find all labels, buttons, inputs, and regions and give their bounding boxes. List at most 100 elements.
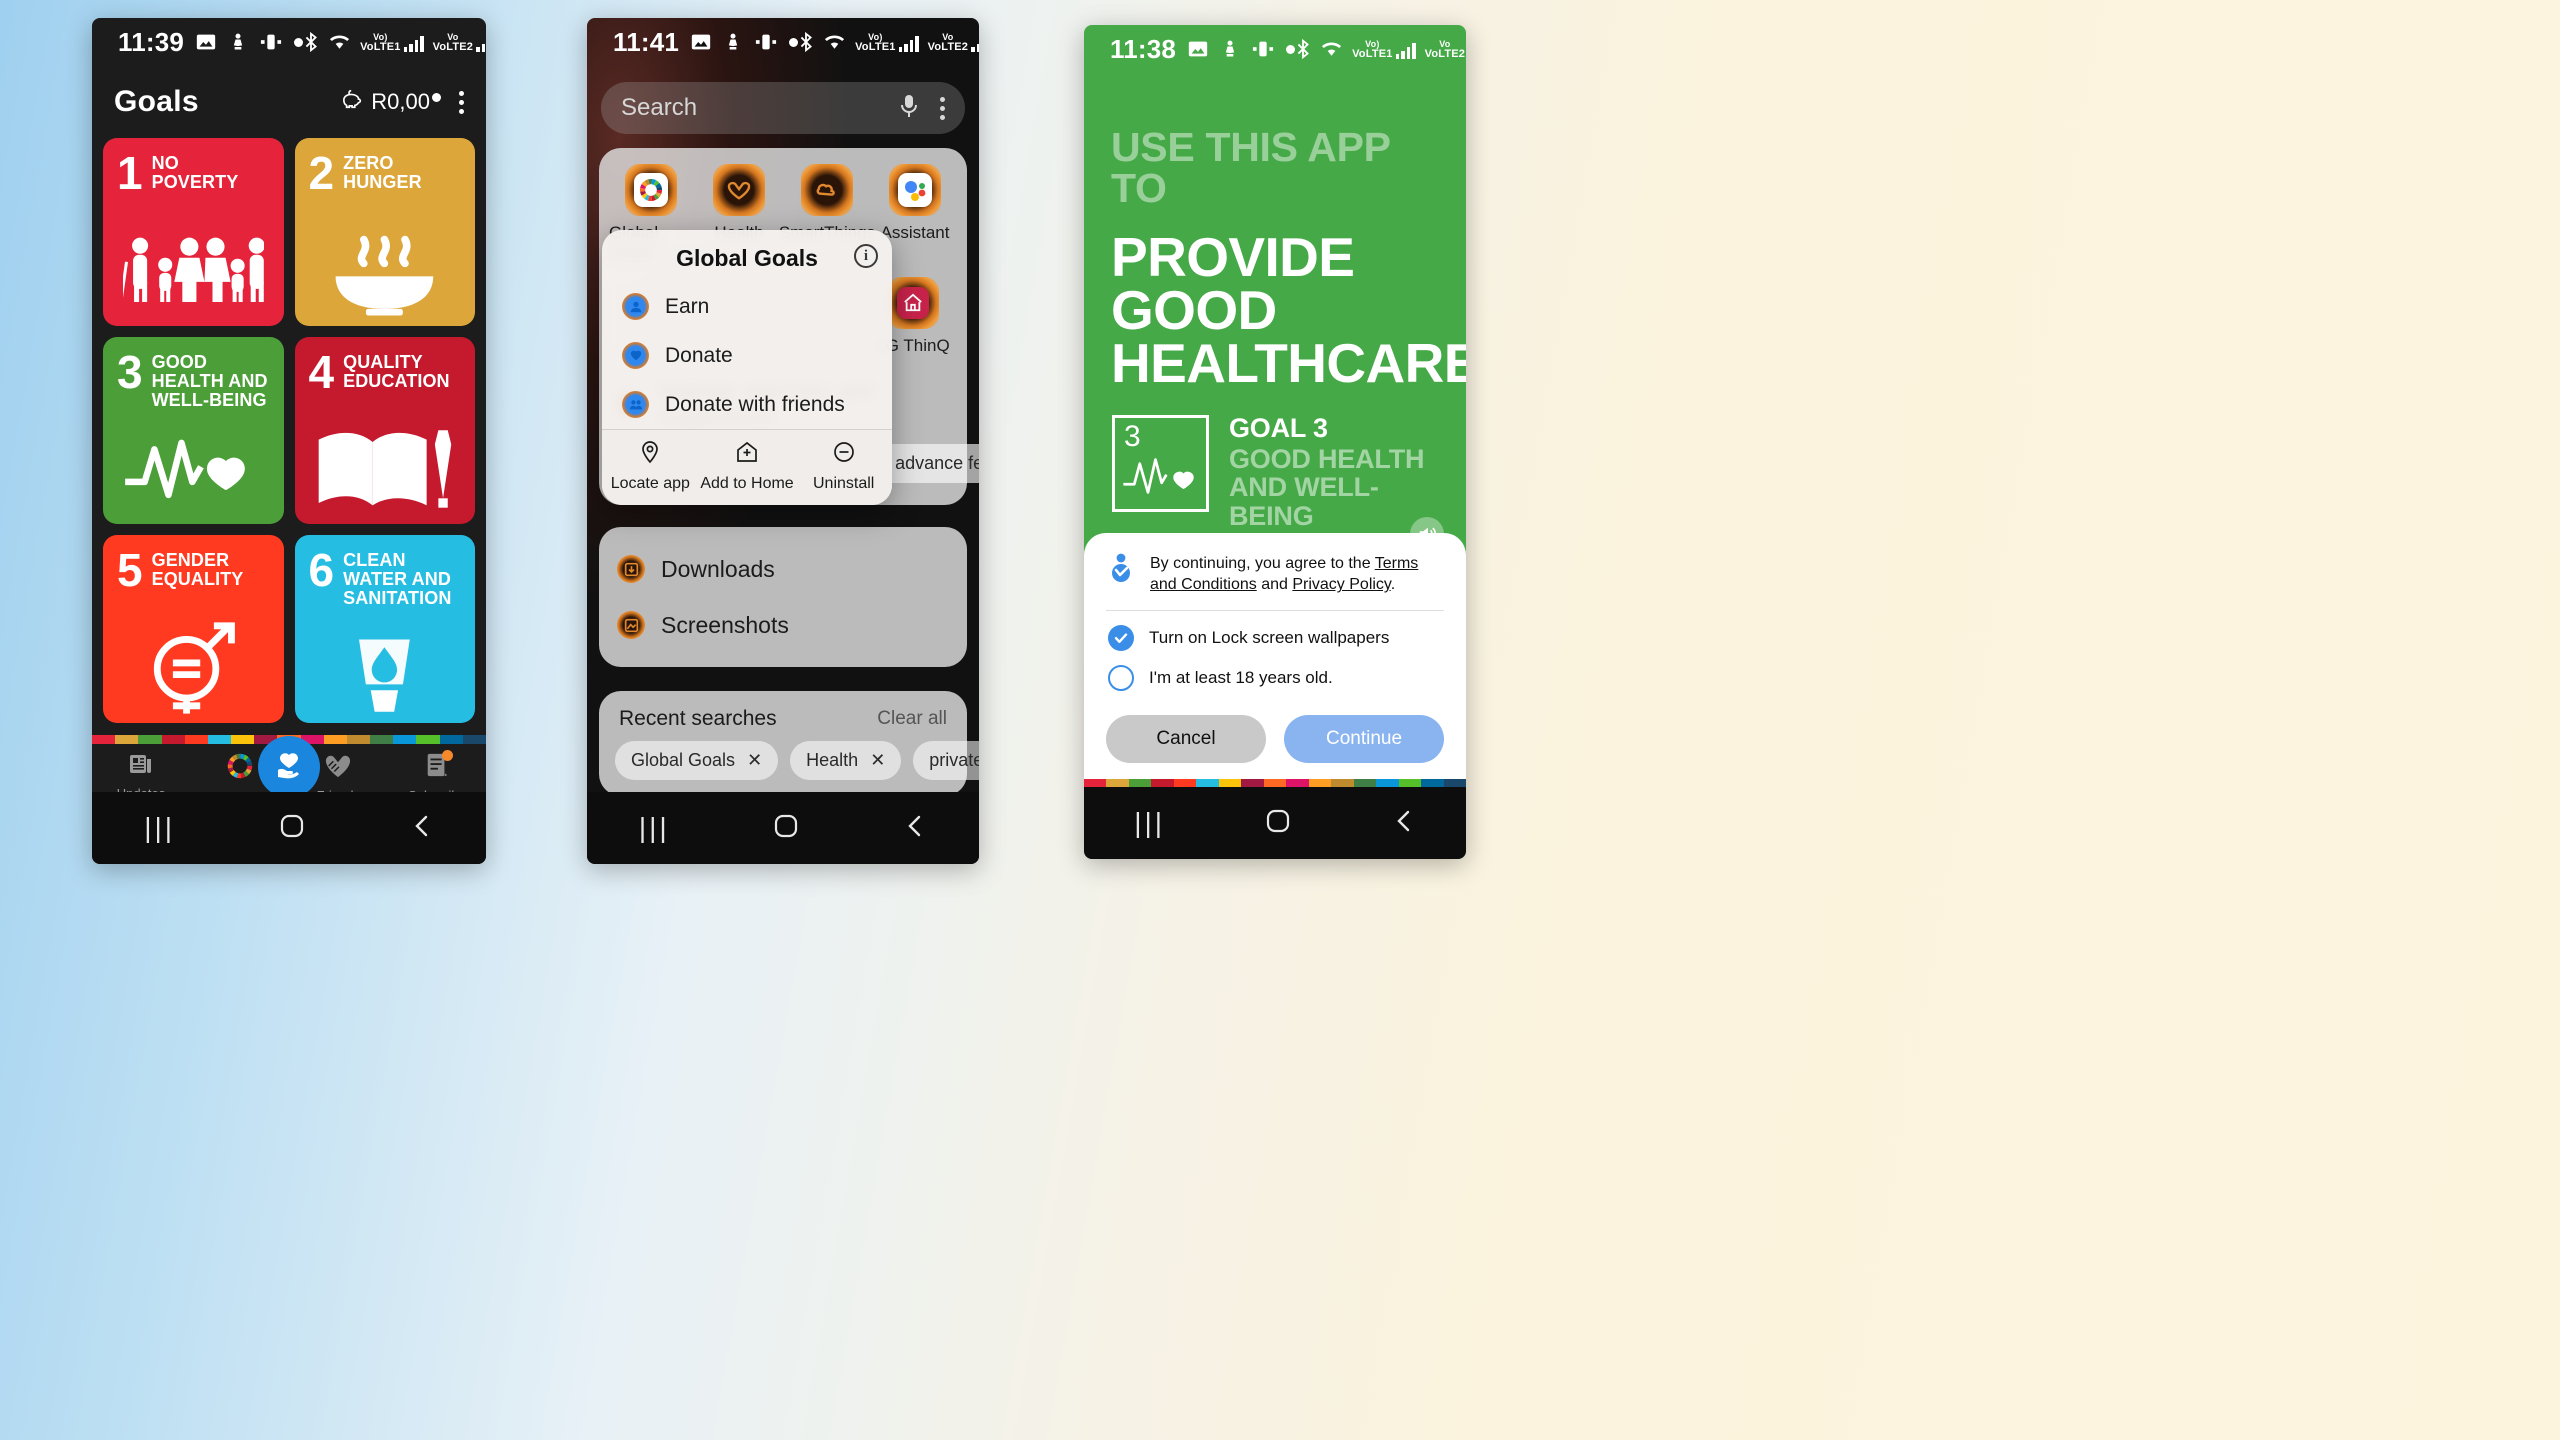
popup-shortcut-label: Donate — [665, 343, 733, 367]
privacy-link[interactable]: Privacy Policy — [1292, 576, 1390, 593]
popup-shortcut-donate[interactable]: Donate — [602, 331, 892, 380]
sdg-strip-segment — [370, 735, 394, 745]
goal-number-box: 3 — [1112, 415, 1209, 513]
goal-card-5[interactable]: 5 GENDER EQUALITY — [103, 535, 284, 724]
checkbox-row-age[interactable]: I'm at least 18 years old. — [1106, 651, 1444, 691]
vibrate-icon — [754, 31, 778, 53]
sdg-strip-segment — [207, 735, 232, 745]
sdg-strip-segment — [1421, 779, 1444, 787]
info-icon[interactable]: i — [854, 244, 878, 268]
donate-friends-icon — [622, 391, 649, 418]
vibrate-icon — [1251, 38, 1275, 60]
recent-chip[interactable]: Health ✕ — [790, 741, 902, 780]
popup-header: Global Goals i — [602, 230, 892, 282]
uninstall-action[interactable]: Uninstall — [795, 440, 892, 493]
recent-search-chips: Global Goals ✕ Health ✕ private s — [599, 741, 979, 790]
lg-thinq-icon — [887, 277, 939, 329]
action-label: Uninstall — [813, 475, 875, 492]
goal-number: 1 — [117, 147, 143, 199]
recents-icon[interactable]: ||| — [639, 812, 670, 844]
bluetooth-icon — [1295, 38, 1311, 60]
sdg-strip-segment — [138, 735, 162, 745]
add-to-home-icon — [735, 440, 759, 469]
add-to-home-action[interactable]: Add to Home — [699, 440, 796, 493]
home-icon[interactable] — [1265, 808, 1291, 839]
kebab-menu-icon[interactable] — [459, 90, 464, 114]
popup-shortcut-donate-friends[interactable]: Donate with friends — [602, 380, 892, 429]
kebab-menu-icon[interactable] — [940, 96, 945, 120]
home-icon[interactable] — [279, 813, 305, 844]
clear-all-button[interactable]: Clear all — [877, 708, 947, 730]
recents-icon[interactable]: ||| — [1134, 807, 1165, 839]
search-input[interactable]: Search — [601, 82, 965, 134]
file-row-downloads[interactable]: Downloads — [599, 541, 967, 597]
recent-chip[interactable]: Global Goals ✕ — [615, 741, 779, 780]
close-icon[interactable]: ✕ — [870, 750, 885, 771]
sdg-strip-segment — [393, 735, 417, 745]
sdg-strip-segment — [184, 735, 208, 745]
friends-heart-icon — [324, 752, 352, 783]
continue-button[interactable]: Continue — [1284, 715, 1444, 763]
checkbox-row-wallpapers[interactable]: Turn on Lock screen wallpapers — [1106, 611, 1444, 651]
system-nav-bar: ||| — [92, 792, 486, 864]
image-icon — [1187, 38, 1209, 60]
cancel-button[interactable]: Cancel — [1106, 715, 1266, 763]
book-pencil-icon — [295, 419, 476, 517]
wallet-button[interactable]: R0,00 — [340, 88, 441, 116]
back-icon[interactable] — [410, 813, 434, 844]
goal-card-4[interactable]: 4 QUALITY EDUCATION — [294, 336, 476, 525]
popup-shortcut-earn[interactable]: Earn — [602, 282, 892, 331]
do-not-disturb-icon — [228, 31, 248, 53]
goal-number: 3 — [117, 345, 143, 398]
family-icon — [103, 220, 284, 318]
sim1-signal-icon: Vo) VoLTE1 — [855, 32, 919, 53]
goal-number: 6 — [308, 544, 335, 597]
close-icon[interactable]: ✕ — [747, 750, 762, 771]
downloads-icon — [617, 555, 645, 583]
wifi-icon — [1320, 39, 1343, 59]
file-row-screenshots[interactable]: Screenshots — [599, 597, 967, 653]
microphone-icon[interactable] — [898, 93, 920, 124]
terms-row: By continuing, you agree to the Terms an… — [1106, 553, 1444, 611]
back-icon[interactable] — [1392, 808, 1416, 839]
donate-fab-button[interactable] — [258, 736, 320, 799]
popup-shortcut-label: Donate with friends — [665, 392, 845, 416]
piggy-bank-icon — [340, 88, 366, 116]
sdg-strip-segment — [1353, 779, 1377, 787]
locate-app-action[interactable]: Locate app — [602, 440, 699, 493]
goal-card-2[interactable]: 2 ZERO HUNGER — [294, 138, 476, 326]
water-glass-icon — [295, 618, 476, 716]
status-time: 11:38 — [1110, 33, 1177, 64]
checkbox-checked-icon[interactable] — [1108, 625, 1134, 651]
sdg-strip-segment — [462, 735, 486, 745]
checkbox-unchecked-icon[interactable] — [1108, 665, 1134, 691]
dot-icon — [1286, 44, 1296, 54]
sim2-label: VoLTE2 — [432, 41, 474, 53]
sim1-label: VoLTE1 — [360, 41, 401, 53]
goal-badge: 3 GOAL 3 GOOD HEALTH AND WELL-BEING — [1084, 389, 1466, 530]
phone-onboarding-screen: 11:38 Vo)VoLTE1 VoVoLTE2 34% USE THIS AP… — [1084, 25, 1466, 859]
status-bar: 11:41 Vo)VoLTE1 VoVoLTE2 32% — [587, 18, 979, 66]
sim1-signal-icon: Vo) VoLTE1 — [360, 32, 424, 53]
dot-icon — [294, 37, 304, 47]
goal-card-1[interactable]: 1 NO POVERTY — [103, 138, 284, 326]
home-icon[interactable] — [773, 813, 799, 844]
recents-icon[interactable]: ||| — [144, 812, 175, 844]
sdg-strip-segment — [115, 735, 139, 745]
donate-hand-heart-icon — [273, 749, 305, 786]
steaming-bowl-icon — [295, 220, 476, 318]
uninstall-icon — [832, 440, 856, 469]
popup-actions: Locate app Add to Home Uninstall — [602, 429, 892, 505]
back-icon[interactable] — [903, 813, 927, 844]
status-time: 11:39 — [118, 26, 185, 57]
recent-chip[interactable]: private s — [913, 741, 979, 780]
status-bar: 11:38 Vo)VoLTE1 VoVoLTE2 34% — [1084, 25, 1466, 73]
sim2-signal-icon: Vo VoLTE2 — [1425, 39, 1466, 60]
goal-card-6[interactable]: 6 CLEAN WATER AND SANITATION — [294, 535, 476, 724]
sdg-strip-segment — [1331, 779, 1354, 787]
status-time: 11:41 — [613, 26, 680, 57]
action-label: Locate app — [610, 475, 690, 492]
vibrate-icon — [259, 31, 283, 53]
goal-card-3[interactable]: 3 GOOD HEALTH AND WELL-BEING — [103, 336, 284, 525]
goal-label: GOAL 3 — [1229, 413, 1328, 444]
